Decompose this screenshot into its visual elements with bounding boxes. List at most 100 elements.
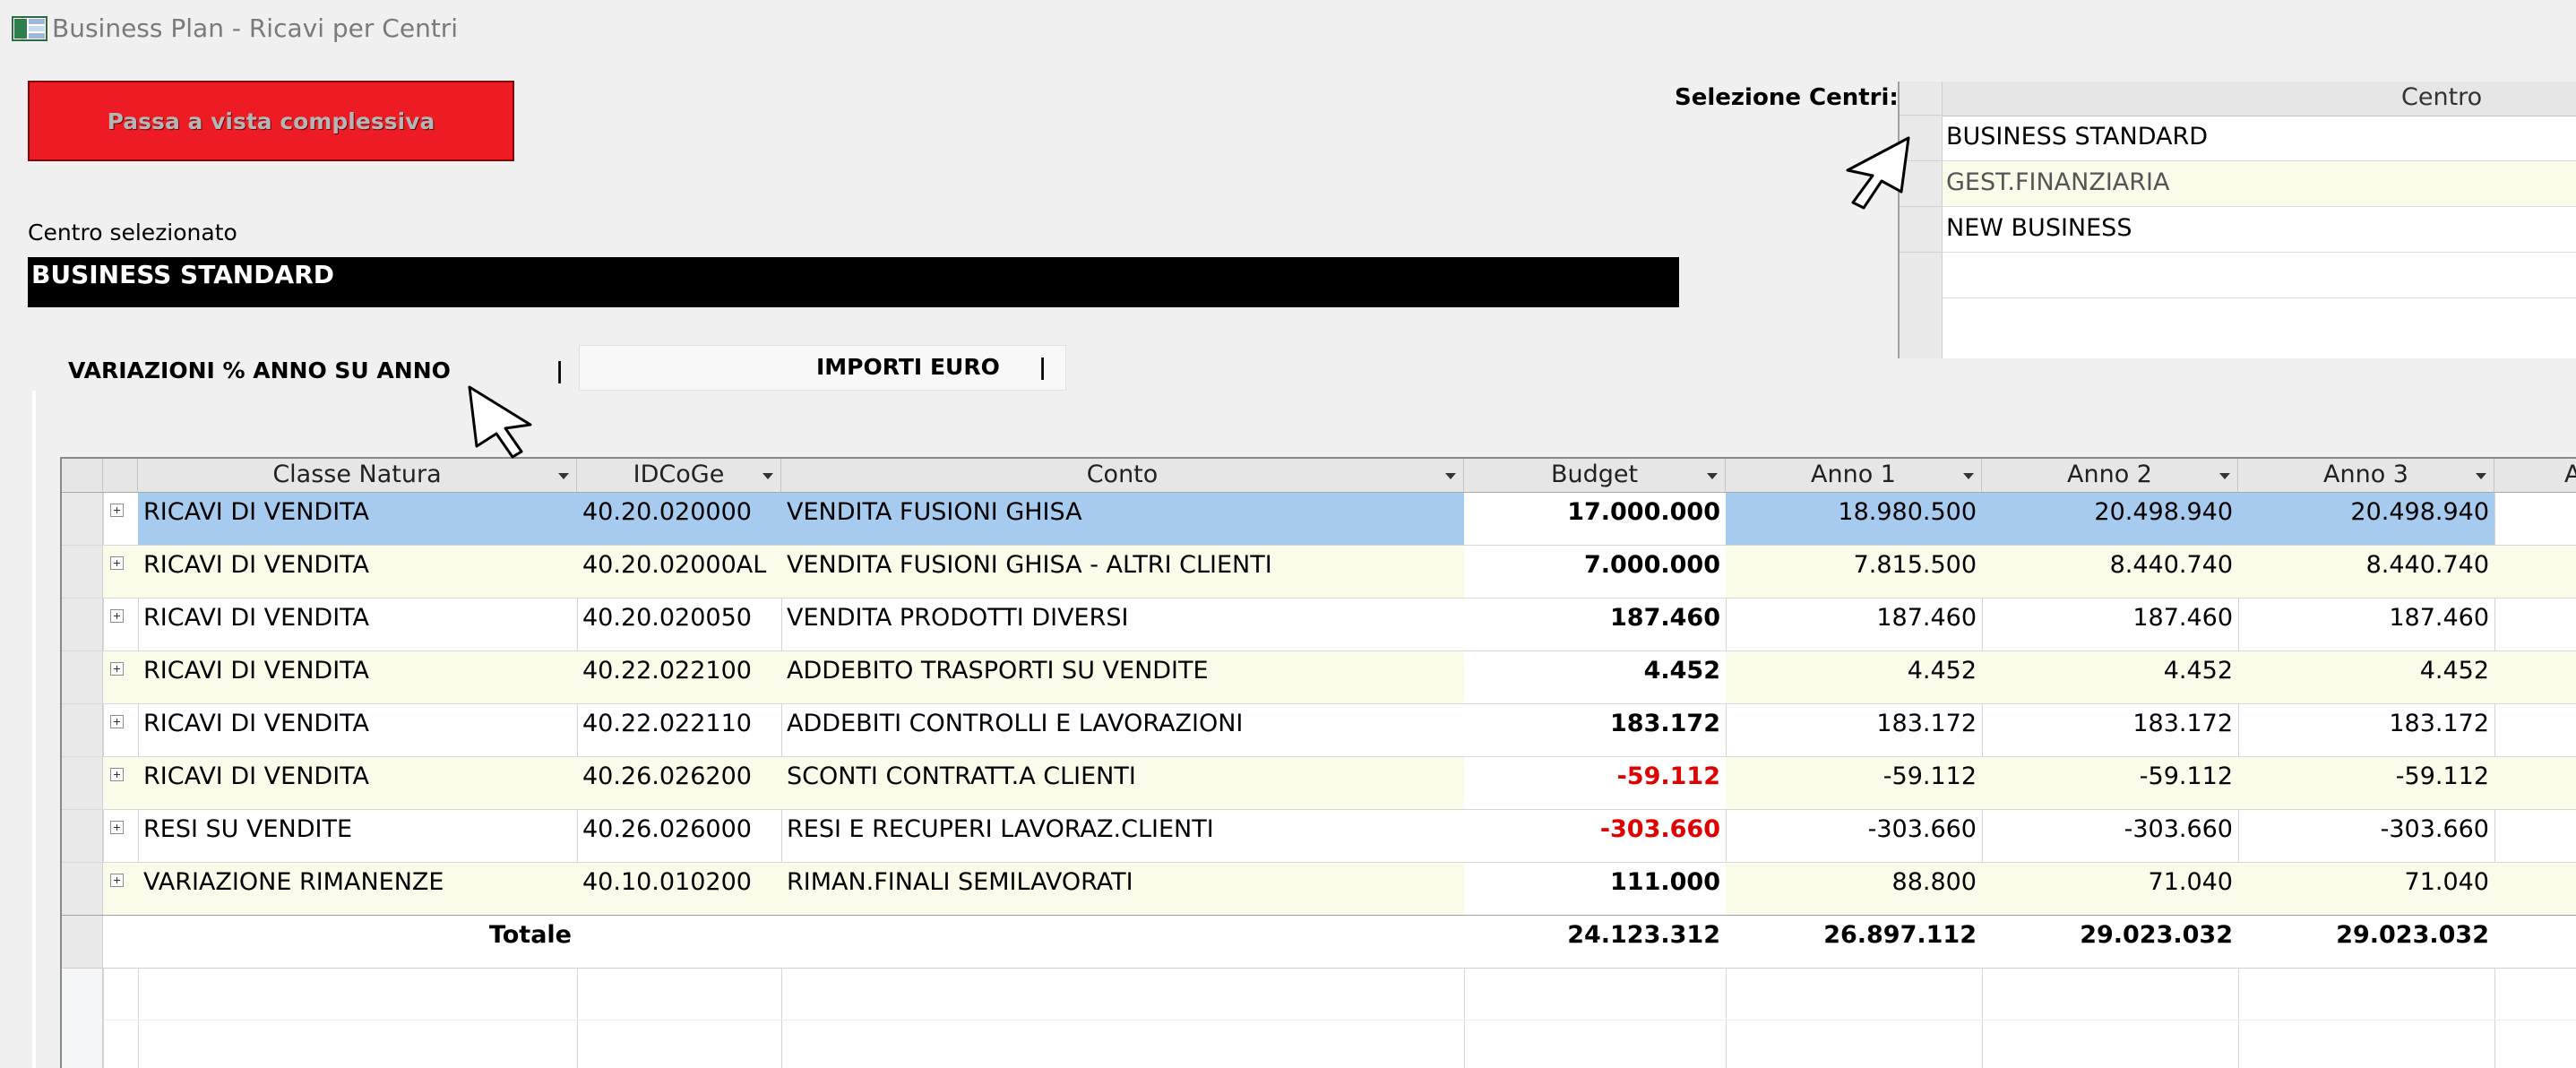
row-selector[interactable]	[62, 704, 103, 756]
cell-a1[interactable]: 183.172	[1726, 704, 1982, 756]
cell-conto[interactable]: ADDEBITI CONTROLLI E LAVORAZIONI	[781, 704, 1464, 756]
row-selector[interactable]	[62, 757, 103, 809]
table-row[interactable]: VARIAZIONE RIMANENZE 40.10.010200 RIMAN.FI…	[62, 863, 2576, 916]
table-row[interactable]: RICAVI DI VENDITA 40.26.026200 SCONTI CONT…	[62, 757, 2576, 810]
centri-item[interactable]: GEST.FINANZIARIA	[1943, 161, 2576, 207]
row-selector[interactable]	[62, 493, 103, 545]
table-row[interactable]: RICAVI DI VENDITA 40.22.022110 ADDEBITI CO…	[62, 704, 2576, 757]
col-header-anno4[interactable]: A	[2494, 459, 2576, 493]
cell-a2[interactable]: 71.040	[1982, 863, 2238, 915]
cell-id[interactable]: 40.20.02000AL	[577, 546, 781, 598]
expand-plus-icon[interactable]	[110, 504, 124, 517]
expand-plus-icon[interactable]	[110, 874, 124, 887]
row-selector[interactable]	[62, 810, 103, 862]
cell-budget[interactable]: 183.172	[1464, 704, 1726, 756]
col-header-conto[interactable]: Conto	[781, 459, 1464, 493]
cell-id[interactable]: 40.26.026000	[577, 810, 781, 862]
cell-a2[interactable]: 8.440.740	[1982, 546, 2238, 598]
cell-id[interactable]: 40.22.022100	[577, 651, 781, 703]
dropdown-arrow-icon[interactable]	[1445, 473, 1456, 479]
expand-plus-icon[interactable]	[110, 609, 124, 623]
switch-view-button[interactable]: Passa a vista complessiva	[28, 81, 514, 161]
centri-list[interactable]: Centro BUSINESS STANDARD GEST.FINANZIARI…	[1898, 82, 2576, 358]
dropdown-arrow-icon[interactable]	[1707, 473, 1718, 479]
centri-item[interactable]: BUSINESS STANDARD	[1943, 116, 2576, 161]
cell-conto[interactable]: VENDITA PRODOTTI DIVERSI	[781, 599, 1464, 650]
cell-budget[interactable]: 7.000.000	[1464, 546, 1726, 598]
col-header-idcoge[interactable]: IDCoGe	[577, 459, 781, 493]
cell-a1[interactable]: 18.980.500	[1726, 493, 1982, 545]
centri-item[interactable]: NEW BUSINESS	[1943, 207, 2576, 253]
cell-a2[interactable]: 4.452	[1982, 651, 2238, 703]
cell-a3[interactable]: 4.452	[2238, 651, 2494, 703]
cell-conto[interactable]: ADDEBITO TRASPORTI SU VENDITE	[781, 651, 1464, 703]
expand-plus-icon[interactable]	[110, 662, 124, 676]
cell-a3[interactable]: -59.112	[2238, 757, 2494, 809]
cell-id[interactable]: 40.22.022110	[577, 704, 781, 756]
table-row[interactable]: RICAVI DI VENDITA 40.20.02000AL VENDITA FU…	[62, 546, 2576, 599]
tab-importi-euro[interactable]: IMPORTI EURO |	[579, 345, 1066, 391]
col-header-classe-natura[interactable]: Classe Natura	[138, 459, 577, 493]
table-row[interactable]: RICAVI DI VENDITA 40.20.020000 VENDITA FUS…	[62, 493, 2576, 546]
expand-plus-icon[interactable]	[110, 556, 124, 570]
cell-a3[interactable]: 71.040	[2238, 863, 2494, 915]
cell-a1[interactable]: 88.800	[1726, 863, 1982, 915]
revenue-grid[interactable]: Classe Natura IDCoGe Conto Budget Anno 1…	[60, 457, 2576, 1068]
cell-classe[interactable]: RESI SU VENDITE	[138, 810, 577, 862]
cell-id[interactable]: 40.20.020000	[577, 493, 781, 545]
dropdown-arrow-icon[interactable]	[2219, 473, 2230, 479]
cell-conto[interactable]: SCONTI CONTRATT.A CLIENTI	[781, 757, 1464, 809]
centri-column-header[interactable]: Centro	[2401, 83, 2482, 111]
col-header-anno2[interactable]: Anno 2	[1982, 459, 2238, 493]
cell-id[interactable]: 40.20.020050	[577, 599, 781, 650]
cell-a3[interactable]: -303.660	[2238, 810, 2494, 862]
cell-classe[interactable]: RICAVI DI VENDITA	[138, 599, 577, 650]
col-header-anno3[interactable]: Anno 3	[2238, 459, 2494, 493]
expand-plus-icon[interactable]	[110, 768, 124, 781]
cell-a2[interactable]: -303.660	[1982, 810, 2238, 862]
row-selector[interactable]	[62, 599, 103, 650]
cell-a2[interactable]: 183.172	[1982, 704, 2238, 756]
expand-plus-icon[interactable]	[110, 821, 124, 834]
cell-a2[interactable]: 187.460	[1982, 599, 2238, 650]
cell-a3[interactable]: 183.172	[2238, 704, 2494, 756]
cell-a3[interactable]: 187.460	[2238, 599, 2494, 650]
cell-budget[interactable]: -59.112	[1464, 757, 1726, 809]
cell-budget[interactable]: -303.660	[1464, 810, 1726, 862]
cell-id[interactable]: 40.10.010200	[577, 863, 781, 915]
cell-conto[interactable]: VENDITA FUSIONI GHISA - ALTRI CLIENTI	[781, 546, 1464, 598]
col-header-budget[interactable]: Budget	[1464, 459, 1726, 493]
cell-a3[interactable]: 20.498.940	[2238, 493, 2494, 545]
cell-a1[interactable]: 187.460	[1726, 599, 1982, 650]
cell-conto[interactable]: VENDITA FUSIONI GHISA	[781, 493, 1464, 545]
cell-a1[interactable]: -59.112	[1726, 757, 1982, 809]
cell-budget[interactable]: 4.452	[1464, 651, 1726, 703]
dropdown-arrow-icon[interactable]	[2476, 473, 2486, 479]
cell-conto[interactable]: RESI E RECUPERI LAVORAZ.CLIENTI	[781, 810, 1464, 862]
dropdown-arrow-icon[interactable]	[762, 473, 773, 479]
cell-budget[interactable]: 17.000.000	[1464, 493, 1726, 545]
cell-id[interactable]: 40.26.026200	[577, 757, 781, 809]
dropdown-arrow-icon[interactable]	[558, 473, 569, 479]
dropdown-arrow-icon[interactable]	[1963, 473, 1974, 479]
cell-budget[interactable]: 187.460	[1464, 599, 1726, 650]
row-selector[interactable]	[62, 863, 103, 915]
cell-classe[interactable]: VARIAZIONE RIMANENZE	[138, 863, 577, 915]
cell-classe[interactable]: RICAVI DI VENDITA	[138, 651, 577, 703]
table-row[interactable]: RICAVI DI VENDITA 40.20.020050 VENDITA PRO…	[62, 599, 2576, 651]
table-row[interactable]: RESI SU VENDITE 40.26.026000 RESI E RECUPE…	[62, 810, 2576, 863]
cell-classe[interactable]: RICAVI DI VENDITA	[138, 546, 577, 598]
cell-a1[interactable]: -303.660	[1726, 810, 1982, 862]
cell-classe[interactable]: RICAVI DI VENDITA	[138, 757, 577, 809]
table-row[interactable]: RICAVI DI VENDITA 40.22.022100 ADDEBITO TR…	[62, 651, 2576, 704]
row-selector[interactable]	[62, 546, 103, 598]
cell-classe[interactable]: RICAVI DI VENDITA	[138, 704, 577, 756]
cell-conto[interactable]: RIMAN.FINALI SEMILAVORATI	[781, 863, 1464, 915]
cell-a2[interactable]: -59.112	[1982, 757, 2238, 809]
cell-a2[interactable]: 20.498.940	[1982, 493, 2238, 545]
row-selector[interactable]	[1900, 207, 1943, 253]
row-selector[interactable]	[62, 651, 103, 703]
cell-a1[interactable]: 4.452	[1726, 651, 1982, 703]
col-header-anno1[interactable]: Anno 1	[1726, 459, 1982, 493]
cell-a1[interactable]: 7.815.500	[1726, 546, 1982, 598]
